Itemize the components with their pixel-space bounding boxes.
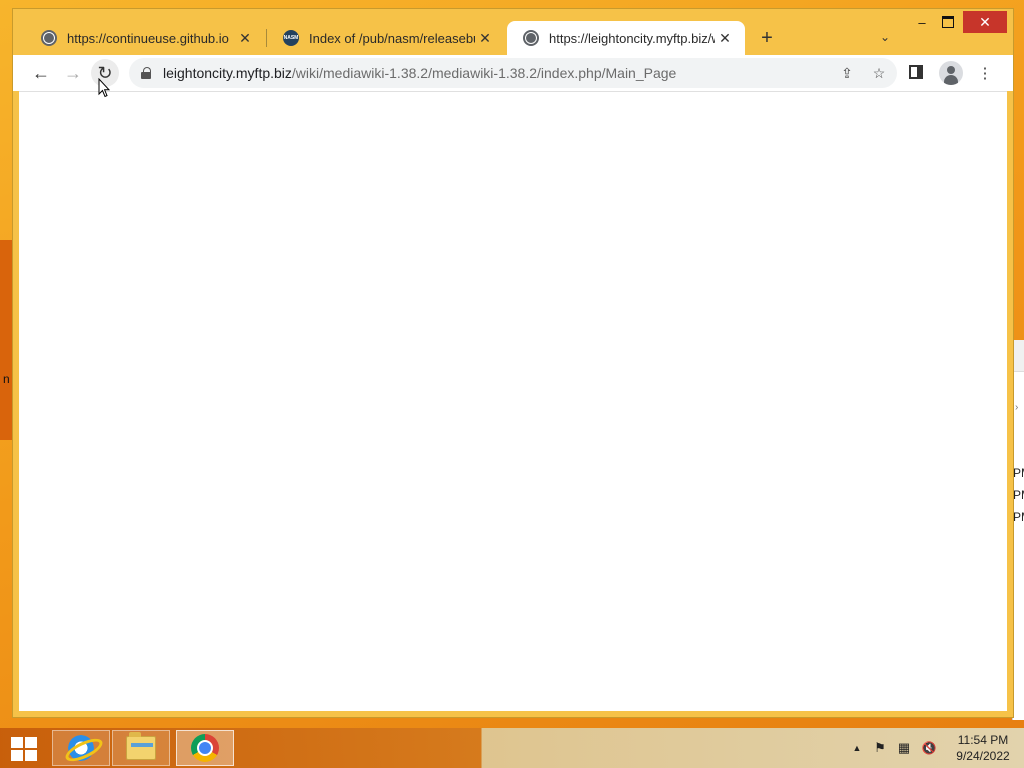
url-host: leightoncity.myftp.biz [163,65,292,81]
desktop-text-fragment: n [3,372,10,386]
windows-logo-pane [25,750,37,761]
taskbar: ▲ ⚑ ▦ 🔇 11:54 PM 9/24/2022 [0,728,1024,768]
clock-time: 11:54 PM [957,733,1009,747]
tab-leightoncity[interactable]: https://leightoncity.myftp.biz/wik ✕ [507,21,745,55]
share-icon[interactable]: ⇪ [837,63,857,83]
url-path: /wiki/mediawiki-1.38.2/mediawiki-1.38.2/… [291,65,677,81]
network-icon[interactable]: ▦ [894,738,914,758]
lock-icon[interactable] [141,67,151,79]
profile-avatar[interactable] [939,61,963,85]
globe-icon [523,30,539,46]
back-button[interactable]: ← [27,59,55,87]
bookmark-star-icon[interactable]: ☆ [869,63,889,83]
folder-icon [126,732,156,760]
maximize-button[interactable] [935,11,961,33]
taskbar-clock[interactable]: 11:54 PM 9/24/2022 [948,732,1018,764]
background-window-arrow-icon: › [1015,402,1019,413]
action-center-flag-icon[interactable]: ⚑ [870,738,890,758]
globe-icon [41,30,57,46]
background-window-row: PM [1013,488,1024,502]
tab-nasm-index[interactable]: NASM Index of /pub/nasm/releasebuild ✕ [267,21,505,55]
tab-title: https://continueuse.github.io [67,30,229,46]
taskbar-chrome[interactable] [176,730,234,766]
close-window-button[interactable]: ✕ [963,11,1007,33]
tab-close-icon[interactable]: ✕ [235,28,255,48]
page-content[interactable] [19,91,1007,711]
minimize-button[interactable]: – [909,11,935,33]
clock-date: 9/24/2022 [956,749,1010,763]
taskbar-internet-explorer[interactable] [52,730,110,766]
tab-continueuse[interactable]: https://continueuse.github.io ✕ [25,21,265,55]
windows-logo-pane [11,737,23,748]
forward-button[interactable]: → [59,59,87,87]
chrome-window: https://continueuse.github.io ✕ NASM Ind… [12,8,1014,718]
new-tab-button[interactable]: + [753,25,781,51]
background-window-bar [1013,340,1024,372]
url-text[interactable]: leightoncity.myftp.biz/wiki/mediawiki-1.… [163,65,676,81]
chrome-menu-icon[interactable]: ⋮ [971,59,999,87]
start-button[interactable] [6,736,42,762]
show-hidden-icons-button[interactable]: ▲ [848,738,866,758]
windows-logo-pane [11,750,23,761]
side-panel-icon[interactable] [909,65,923,79]
address-bar[interactable]: leightoncity.myftp.biz/wiki/mediawiki-1.… [129,58,897,88]
background-window-row: PM [1013,510,1024,524]
tab-title: Index of /pub/nasm/releasebuild [309,30,475,46]
tab-search-button[interactable]: ⌄ [873,25,897,49]
tab-strip: https://continueuse.github.io ✕ NASM Ind… [13,9,1013,55]
windows-logo-pane [25,737,37,748]
tab-title: https://leightoncity.myftp.biz/wik [549,30,715,46]
internet-explorer-icon [66,733,96,763]
chrome-icon [191,734,219,762]
tab-close-icon[interactable]: ✕ [475,28,495,48]
tab-close-icon[interactable]: ✕ [715,28,735,48]
volume-muted-icon[interactable]: 🔇 [918,738,940,758]
browser-toolbar: ← → ↻ leightoncity.myftp.biz/wiki/mediaw… [13,55,1013,91]
taskbar-file-explorer[interactable] [112,730,170,766]
nasm-icon: NASM [283,30,299,46]
mouse-cursor-icon [98,78,110,98]
background-window-row: PM [1013,466,1024,480]
